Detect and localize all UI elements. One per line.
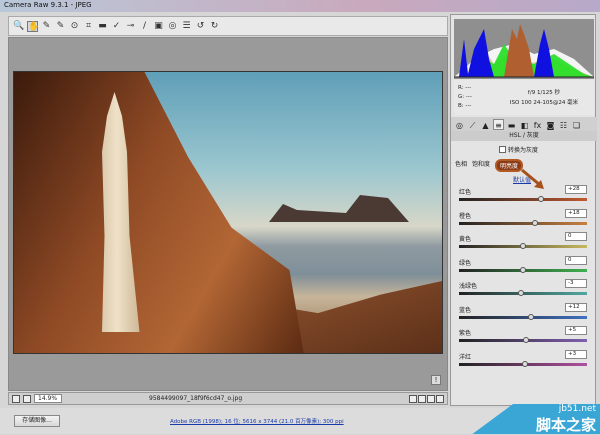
title-bar: Camera Raw 9.3.1 - JPEG <box>0 0 600 12</box>
radial-filter-icon[interactable]: ◎ <box>167 21 178 32</box>
toggle-icon[interactable] <box>436 394 444 403</box>
panel-header: HSL / 灰度 <box>451 131 597 141</box>
slider-thumb[interactable] <box>527 313 534 320</box>
blue-readout: B: --- <box>458 103 472 109</box>
slider-value-input[interactable]: +5 <box>565 326 587 335</box>
panel-tab-2[interactable]: ▲ <box>480 119 491 130</box>
zoom-select[interactable]: 14.9% <box>34 394 62 403</box>
hand-icon[interactable]: ✋ <box>27 20 39 32</box>
warning-icon[interactable]: ! <box>431 375 441 385</box>
panel-tab-7[interactable]: ◙ <box>545 119 556 130</box>
sea-rocks <box>269 195 409 222</box>
adjustment-brush-icon[interactable]: / <box>139 21 150 32</box>
slider-value-input[interactable]: +28 <box>565 185 587 194</box>
presets-icon[interactable]: ☰ <box>181 21 192 32</box>
slider-value-input[interactable]: 0 <box>565 232 587 241</box>
green-readout: G: --- <box>458 94 472 100</box>
slider-label: 洋红 <box>459 353 472 361</box>
panel-tabs: ◎ ⟋ ▲ ≡ ▬ ◧ fx ◙ ☷ ❏ <box>451 117 597 131</box>
slider-row: 浅绿色 -3 <box>459 279 587 301</box>
slider-value-input[interactable]: +12 <box>565 302 587 312</box>
histogram-info: R: --- G: --- B: --- f/9 1/125 秒 ISO 100 24… <box>454 80 594 115</box>
slider-row: 洋红 +3 <box>459 349 587 372</box>
hsl-subtabs: 色相 饱和度 明亮度 <box>455 159 524 172</box>
slider-label: 浅绿色 <box>459 283 478 290</box>
filename: 9584499097_18f9f6cd47_o.jpg <box>149 395 243 402</box>
histogram <box>454 19 594 79</box>
panel-tab-8[interactable]: ☷ <box>558 119 569 130</box>
slider-value-input[interactable]: -3 <box>565 279 587 288</box>
slider-thumb[interactable] <box>537 196 544 202</box>
slider-label: 绿色 <box>459 259 472 267</box>
slider-label: 橙色 <box>459 212 472 220</box>
subtab-0[interactable]: 色相 <box>455 159 467 172</box>
slider-track[interactable] <box>459 198 587 201</box>
preview-canvas: ! <box>8 37 448 391</box>
preview-image[interactable] <box>13 71 443 354</box>
histogram-graph <box>454 24 594 78</box>
subtab-1[interactable]: 饱和度 <box>472 159 490 172</box>
red-eye-icon[interactable]: ⊸ <box>125 21 136 32</box>
adjustment-panel: R: --- G: --- B: --- f/9 1/125 秒 ISO 100 24… <box>450 14 597 406</box>
slider-row: 紫色 +5 <box>459 326 587 348</box>
slider-label: 紫色 <box>459 330 472 337</box>
before-after-icon[interactable] <box>409 394 417 403</box>
panel-tab-5[interactable]: ◧ <box>519 119 530 130</box>
zoom-bar: 14.9% 9584499097_18f9f6cd47_o.jpg <box>8 392 448 405</box>
grayscale-label: 转换为灰度 <box>508 147 539 154</box>
save-image-button[interactable]: 存储图像... <box>14 415 60 427</box>
white-balance-icon[interactable]: ✎ <box>41 21 52 32</box>
rotate-right-icon[interactable]: ↻ <box>209 21 220 32</box>
panel-tab-6[interactable]: fx <box>532 119 543 130</box>
rotate-left-icon[interactable]: ↺ <box>195 21 206 32</box>
cliff <box>14 72 304 353</box>
toolbar: 🔍 ✋ ✎ ✎ ⊙ ⌗ ▬ ✓ ⊸ / ▣ ◎ ☰ ↺ ↻ <box>8 16 448 36</box>
slider-thumb[interactable] <box>520 243 526 249</box>
red-readout: R: --- <box>458 85 472 91</box>
straighten-icon[interactable]: ▬ <box>97 21 108 32</box>
slider-thumb[interactable] <box>531 219 538 226</box>
grayscale-checkbox[interactable] <box>499 146 506 153</box>
iso-info: ISO 100 24-105@24 毫米 <box>509 100 579 106</box>
color-sampler-icon[interactable]: ✎ <box>55 21 66 32</box>
crop-icon[interactable]: ⌗ <box>83 21 94 32</box>
spot-removal-icon[interactable]: ✓ <box>111 21 122 32</box>
zoom-out-button[interactable] <box>12 394 20 403</box>
slider-value-input[interactable]: 0 <box>565 255 587 265</box>
exposure-info: f/9 1/125 秒 <box>527 90 561 96</box>
annotation-arrow <box>521 168 544 189</box>
panel-tab-1[interactable]: ⟋ <box>467 119 478 130</box>
panel-tab-3[interactable]: ≡ <box>493 118 504 130</box>
panel-tab-0[interactable]: ◎ <box>454 119 465 130</box>
target-adjust-icon[interactable]: ⊙ <box>69 21 80 32</box>
slider-label: 红色 <box>459 189 472 196</box>
subtab-2[interactable]: 明亮度 <box>495 159 524 172</box>
panel-tab-4[interactable]: ▬ <box>506 119 517 130</box>
slider-label: 蓝色 <box>459 306 472 314</box>
slider-value-input[interactable]: +18 <box>565 208 587 218</box>
slider-track[interactable] <box>459 315 587 319</box>
slider-row: 黄色 0 <box>459 232 587 254</box>
slider-thumb[interactable] <box>518 290 525 296</box>
graduated-filter-icon[interactable]: ▣ <box>153 21 164 32</box>
slider-row: 蓝色 +12 <box>459 302 587 325</box>
slider-track[interactable] <box>459 221 587 225</box>
grayscale-toggle[interactable]: 转换为灰度 <box>499 145 538 154</box>
slider-thumb[interactable] <box>520 266 526 273</box>
slider-row: 橙色 +18 <box>459 208 587 231</box>
swap-icon[interactable] <box>418 394 426 403</box>
workflow-options-link[interactable]: Adobe RGB (1998); 16 位; 5616 x 3744 (21.… <box>170 417 344 425</box>
slider-thumb[interactable] <box>521 360 528 367</box>
slider-row: 绿色 0 <box>459 255 587 278</box>
slider-thumb[interactable] <box>523 337 530 343</box>
slider-label: 黄色 <box>459 236 472 243</box>
zoom-in-button[interactable] <box>23 394 31 403</box>
zoom-icon[interactable]: 🔍 <box>13 21 24 32</box>
copy-settings-icon[interactable] <box>427 394 435 403</box>
slider-value-input[interactable]: +3 <box>565 349 587 359</box>
panel-tab-9[interactable]: ❏ <box>571 119 582 130</box>
